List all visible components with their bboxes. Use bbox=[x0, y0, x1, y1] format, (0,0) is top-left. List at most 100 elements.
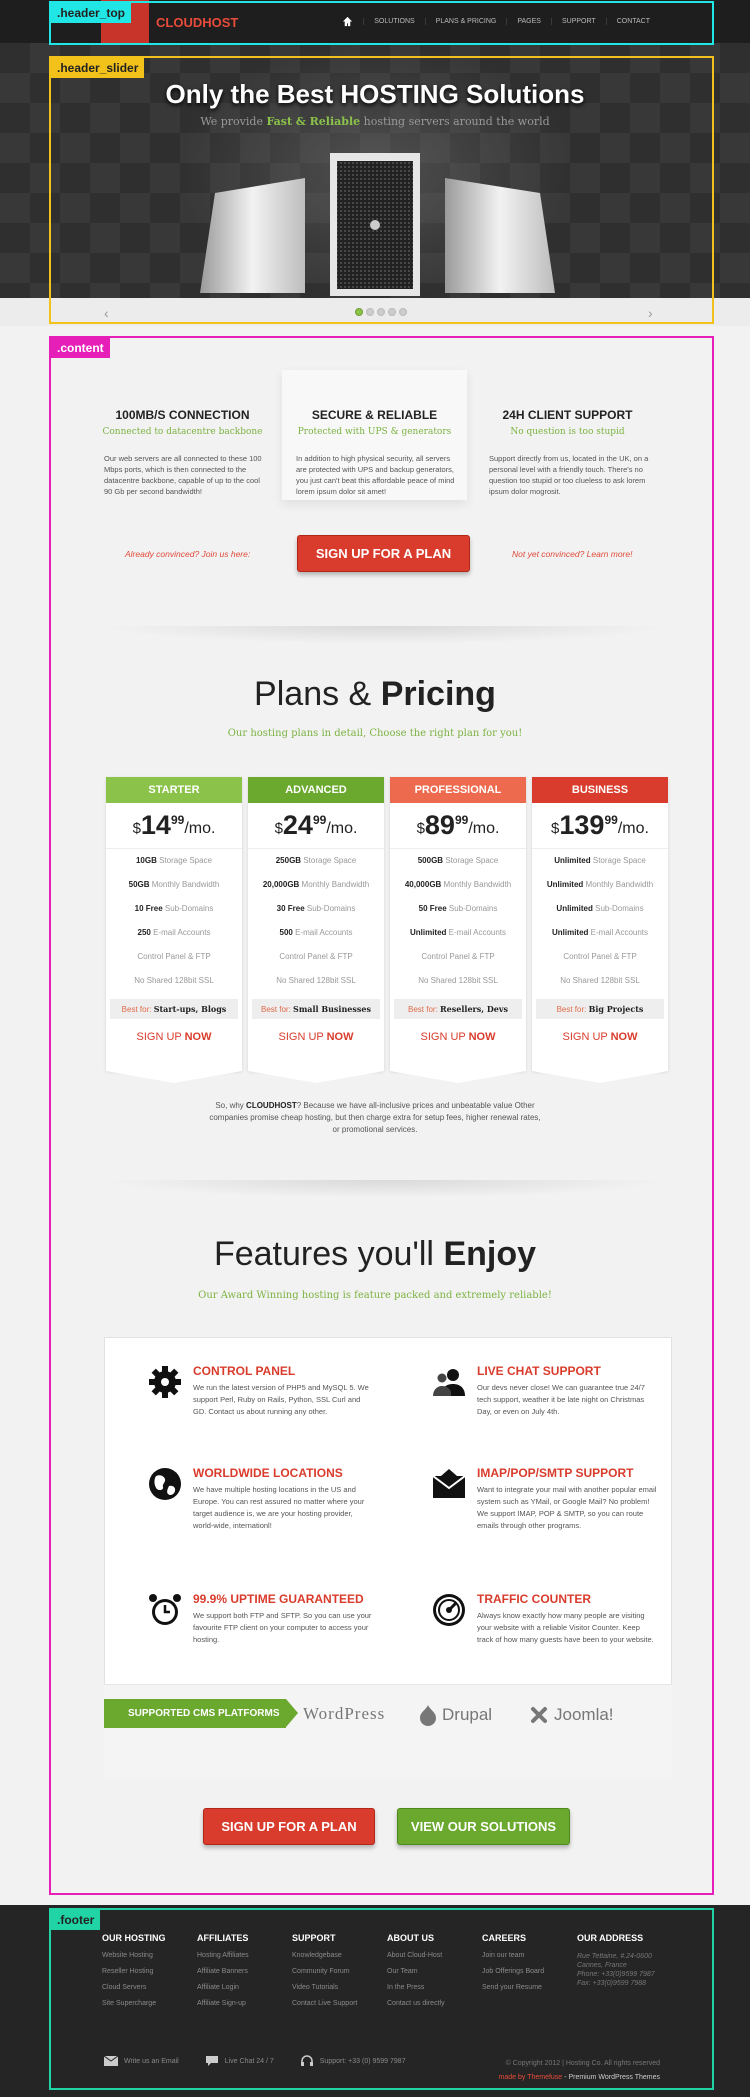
plan-signup-button[interactable]: SIGN UP NOW bbox=[248, 1031, 384, 1043]
signup-now: NOW bbox=[184, 1031, 212, 1043]
footer-link[interactable]: Job Offerings Board bbox=[482, 1968, 577, 1984]
intro-support: 24H CLIENT SUPPORT No question is too st… bbox=[475, 370, 660, 500]
footer-column: ABOUT US About Cloud-Host Our Team In the P… bbox=[387, 1933, 482, 2016]
plan-feature-row: 30 Free Sub-Domains bbox=[248, 897, 384, 921]
footer-link[interactable]: Video Tutorials bbox=[292, 1984, 387, 2000]
signup-now: NOW bbox=[468, 1031, 496, 1043]
footer-column: OUR ADDRESS Rue Tettaine, #.24-0600 Cannes… bbox=[577, 1933, 672, 1988]
footer-link[interactable]: Reseller Hosting bbox=[102, 1968, 197, 1984]
made-by-text: made by Themefuse - Premium WordPress Th… bbox=[499, 2071, 661, 2085]
plan-signup-button[interactable]: SIGN UP NOW bbox=[532, 1031, 668, 1043]
signup-plan-button[interactable]: SIGN UP FOR A PLAN bbox=[297, 535, 470, 572]
plan-feature-label: E-mail Accounts bbox=[153, 928, 211, 937]
footer-link[interactable]: Our Team bbox=[387, 1968, 482, 1984]
gauge-icon bbox=[433, 1594, 465, 1626]
nav-solutions[interactable]: SOLUTIONS bbox=[363, 18, 424, 25]
alarm-clock-icon bbox=[149, 1594, 181, 1625]
slider-dot[interactable] bbox=[355, 308, 363, 316]
plan-signup-button[interactable]: SIGN UP NOW bbox=[390, 1031, 526, 1043]
copyright-text: © Copyright 2012 | Hosting Co. All right… bbox=[505, 2060, 660, 2067]
annotation-label: .content bbox=[51, 338, 110, 358]
nav-plans-pricing[interactable]: PLANS & PRICING bbox=[424, 18, 507, 25]
plan-name: PROFESSIONAL bbox=[390, 777, 526, 803]
plan-feature-row: 40,000GB Monthly Bandwidth bbox=[390, 873, 526, 897]
server-right bbox=[445, 178, 555, 293]
footer-link[interactable]: Cloud Servers bbox=[102, 1984, 197, 2000]
drupal-label: Drupal bbox=[442, 1705, 493, 1724]
footer-link[interactable]: About Cloud-Host bbox=[387, 1952, 482, 1968]
plan-best-for: Best for: Big Projects bbox=[536, 999, 664, 1019]
footer-link[interactable]: Affiliate Sign-up bbox=[197, 2000, 292, 2016]
intro-text: Our web servers are all connected to the… bbox=[104, 454, 262, 496]
features-title-light: Features you'll bbox=[213, 1235, 434, 1273]
nav-support[interactable]: SUPPORT bbox=[550, 18, 606, 25]
plan-feature-label: Storage Space bbox=[592, 856, 646, 865]
plan-feature-label: Storage Space bbox=[303, 856, 357, 865]
footer-link[interactable]: Community Forum bbox=[292, 1968, 387, 1984]
server-left bbox=[200, 178, 305, 293]
cms-strip bbox=[104, 1684, 672, 1777]
signup-plan-button-bottom[interactable]: SIGN UP FOR A PLAN bbox=[203, 1808, 375, 1845]
logo-text[interactable]: CLOUDHOST bbox=[156, 15, 238, 30]
intro-title: SECURE & RELIABLE bbox=[311, 408, 438, 422]
plan-feature-row: No Shared 128bit SSL bbox=[106, 969, 242, 993]
plan-amount: 139 bbox=[559, 810, 605, 840]
home-icon bbox=[343, 16, 353, 27]
plan-feature-value: 30 Free bbox=[276, 904, 305, 913]
plan-feature-label: Control Panel & FTP bbox=[421, 952, 495, 961]
footer-chat-link[interactable]: Live Chat 24 / 7 bbox=[205, 2055, 274, 2067]
footer-link[interactable]: Affiliate Banners bbox=[197, 1968, 292, 1984]
footer-link[interactable]: Affiliate Login bbox=[197, 1984, 292, 2000]
footer-link[interactable]: Send your Resume bbox=[482, 1984, 577, 2000]
drupal-logo[interactable]: Drupal bbox=[418, 1704, 492, 1726]
nav-home[interactable] bbox=[332, 16, 363, 27]
plans-subtitle: Our hosting plans in detail, Choose the … bbox=[227, 728, 523, 739]
nav-contact[interactable]: CONTACT bbox=[605, 18, 660, 25]
slider-dot[interactable] bbox=[377, 308, 385, 316]
footer-link[interactable]: Hosting Affiliates bbox=[197, 1952, 292, 1968]
slider-prev-arrow[interactable]: ‹ bbox=[104, 305, 109, 321]
footer-link[interactable]: Contact us directly bbox=[387, 2000, 482, 2016]
best-for-value: Small Businesses bbox=[293, 1004, 371, 1014]
plan-amount: 14 bbox=[140, 810, 171, 840]
nav-pages[interactable]: PAGES bbox=[506, 18, 551, 25]
intro-subtitle: Connected to datacentre backbone bbox=[102, 427, 263, 437]
plan-feature-row: 10GB Storage Space bbox=[106, 849, 242, 873]
view-solutions-button[interactable]: VIEW OUR SOLUTIONS bbox=[397, 1808, 570, 1845]
feature-text: We run the latest version of PHP5 and My… bbox=[193, 1383, 369, 1416]
footer-address-line: Phone: +33(0)9599 7987 bbox=[577, 1971, 655, 1978]
learn-more-link[interactable]: Not yet convinced? Learn more! bbox=[512, 549, 632, 559]
why-brand: CLOUDHOST bbox=[246, 1101, 297, 1110]
envelope-icon bbox=[432, 1469, 466, 1498]
plan-feature-row: No Shared 128bit SSL bbox=[532, 969, 668, 993]
slider-dot[interactable] bbox=[388, 308, 396, 316]
plan-name: ADVANCED bbox=[248, 777, 384, 803]
joomla-logo[interactable]: Joomla! bbox=[528, 1704, 614, 1726]
cta-convinced-text: Already convinced? Join us here: bbox=[125, 549, 251, 559]
plan-signup-button[interactable]: SIGN UP NOW bbox=[106, 1031, 242, 1043]
slider-dot[interactable] bbox=[399, 308, 407, 316]
made-by-post: - Premium WordPress Themes bbox=[564, 2074, 660, 2081]
main-nav: SOLUTIONS PLANS & PRICING PAGES SUPPORT … bbox=[332, 0, 660, 43]
made-by-brand[interactable]: Themefuse bbox=[527, 2074, 562, 2081]
chat-icon bbox=[205, 2056, 218, 2066]
mail-icon bbox=[104, 2056, 118, 2066]
slider-dot[interactable] bbox=[366, 308, 374, 316]
footer-email-link[interactable]: Write us an Email bbox=[104, 2056, 179, 2066]
plan-cents: 99 bbox=[454, 812, 469, 827]
wordpress-logo[interactable]: WordPress bbox=[303, 1704, 385, 1724]
footer-link[interactable]: Join our team bbox=[482, 1952, 577, 1968]
footer-link[interactable]: Knowledgebase bbox=[292, 1952, 387, 1968]
plan-feature-value: 250GB bbox=[275, 856, 302, 865]
footer-link[interactable]: Contact Live Support bbox=[292, 2000, 387, 2016]
footer-link[interactable]: Site Supercharge bbox=[102, 2000, 197, 2016]
footer-column-title: OUR HOSTING bbox=[102, 1933, 166, 1943]
plan-feature-value: 50GB bbox=[128, 880, 150, 889]
plan-feature-value: Unlimited bbox=[554, 856, 591, 865]
plan-feature-label: E-mail Accounts bbox=[295, 928, 353, 937]
footer-link[interactable]: In the Press bbox=[387, 1984, 482, 2000]
plan-price: $ 24 99 /mo. bbox=[248, 803, 384, 849]
slider-next-arrow[interactable]: › bbox=[648, 305, 653, 321]
logo-mark[interactable] bbox=[101, 0, 149, 43]
footer-link[interactable]: Website Hosting bbox=[102, 1952, 197, 1968]
